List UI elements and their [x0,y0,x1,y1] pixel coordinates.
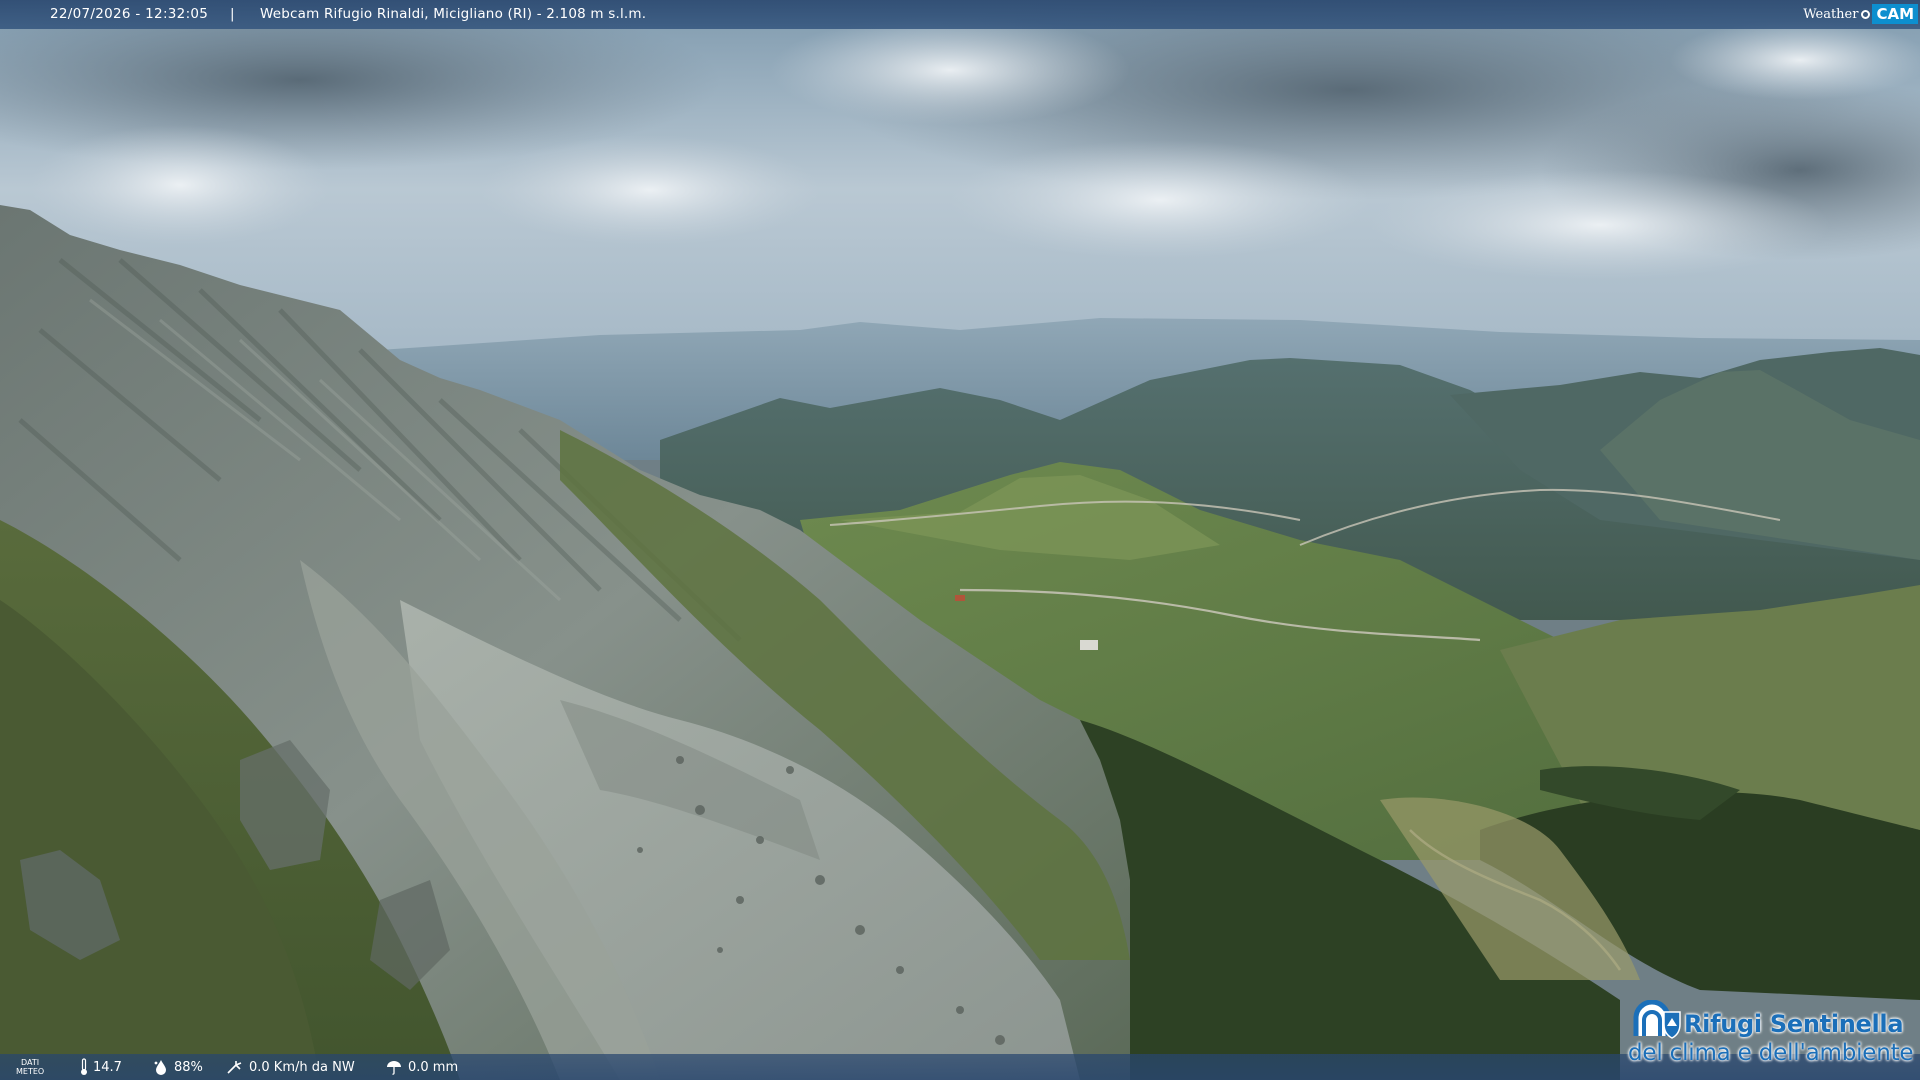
rain-value: 0.0 mm [408,1059,459,1075]
logo-line2: del clima e dell'ambiente [1628,1040,1914,1066]
rain-reading: 0.0 mm [385,1054,458,1080]
logo-line1: Rifugi Sentinella [1684,1010,1904,1038]
rain-icon [387,1061,401,1075]
timestamp: 22/07/2026 - 12:32:05 [50,6,209,22]
brand-weather-text: Weather [1803,6,1859,22]
humidity-value: 88% [174,1059,203,1075]
wind-icon [227,1061,242,1074]
camera-lens-icon [1861,9,1871,19]
temperature-reading: 14.7 [80,1054,122,1080]
rifugi-sentinella-emblem-icon [1633,1000,1681,1039]
rifugi-sentinella-logo: Rifugi Sentinella del clima e dell'ambie… [1622,996,1918,1068]
mountain-landscape-image [0,0,1920,1080]
wind-reading: 0.0 Km/h da NW [226,1054,355,1080]
thermometer-icon [81,1058,87,1075]
humidity-icon [154,1060,166,1075]
temperature-value: 14.7 [93,1059,122,1075]
top-info-bar: 22/07/2026 - 12:32:05 | Webcam Rifugio R… [0,0,1920,29]
brand-cam-text: CAM [1872,4,1918,24]
webcam-view: 22/07/2026 - 12:32:05 | Webcam Rifugio R… [0,0,1920,1080]
webcam-title: Webcam Rifugio Rinaldi, Micigliano (RI) … [260,6,647,22]
separator: | [230,6,235,22]
wind-value: 0.0 Km/h da NW [249,1059,355,1075]
weathercam-logo: Weather CAM [1803,3,1918,25]
dati-line1: DATI [21,1058,40,1067]
dati-line2: METEO [16,1067,45,1076]
humidity-reading: 88% [153,1054,203,1080]
dati-meteo-label: DATI METEO [16,1054,44,1080]
